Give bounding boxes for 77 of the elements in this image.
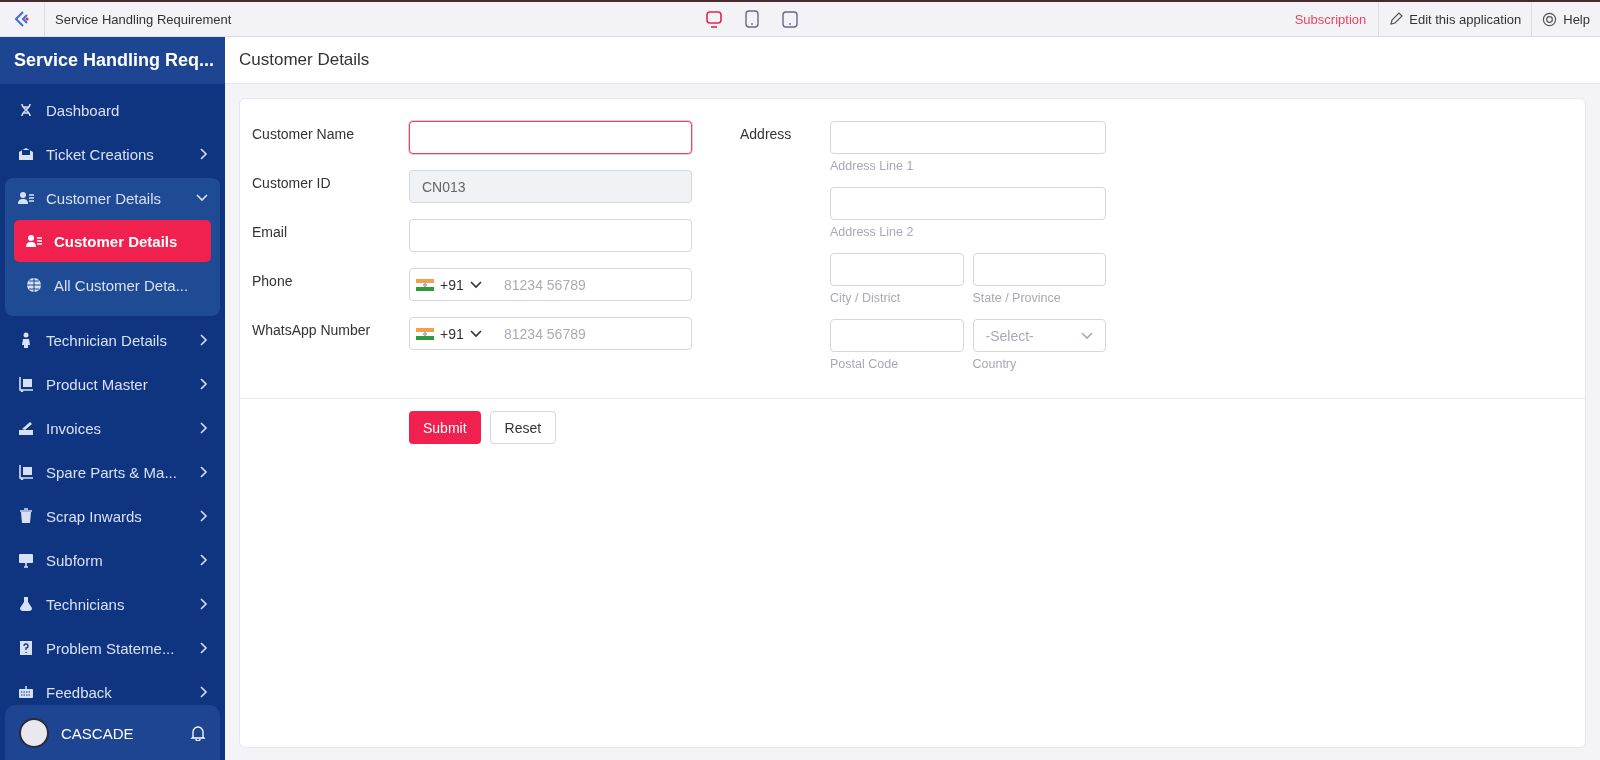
sidebar-item[interactable]: Ticket Creations	[5, 132, 220, 176]
tablet-icon[interactable]	[743, 9, 761, 29]
submit-button[interactable]: Submit	[409, 411, 481, 444]
sidebar-item[interactable]: Feedback	[5, 670, 220, 705]
phone-field[interactable]: +91 81234 56789	[409, 317, 692, 350]
cart-icon	[18, 464, 34, 480]
sidebar-item[interactable]: Technicians	[5, 582, 220, 626]
sidebar-item[interactable]: Product Master	[5, 362, 220, 406]
chevron-right-icon	[200, 334, 208, 346]
country-code-dropdown[interactable]: +91	[416, 276, 502, 293]
text-field[interactable]	[409, 121, 692, 154]
field-label: Phone	[252, 272, 294, 291]
flask-icon	[18, 596, 34, 612]
sidebar-item[interactable]: Customer Details	[5, 178, 220, 218]
chevron-right-icon	[200, 554, 208, 566]
dna-icon	[18, 102, 34, 118]
sidebar-subitem[interactable]: Customer Details	[14, 220, 211, 262]
help-icon	[1542, 11, 1558, 27]
chevron-down-icon	[469, 329, 482, 338]
field-caption: Postal Code	[830, 356, 900, 373]
app-title: Service Handling Requirement	[54, 11, 233, 27]
sidebar-item[interactable]: Problem Stateme...	[5, 626, 220, 670]
chevron-right-icon	[200, 378, 208, 390]
contact-icon	[26, 233, 42, 249]
sidebar-subitem[interactable]: All Customer Deta...	[14, 264, 211, 306]
reset-button[interactable]: Reset	[489, 411, 557, 444]
sidebar-item[interactable]: Technician Details	[5, 318, 220, 362]
subscription-link[interactable]: Subscription	[1282, 11, 1379, 27]
sidebar-item[interactable]: Scrap Inwards	[5, 494, 220, 538]
chevron-right-icon	[200, 466, 208, 478]
question-icon	[18, 640, 34, 656]
sign-icon	[18, 420, 34, 436]
avatar-icon[interactable]	[19, 718, 49, 748]
field-caption: State / Province	[972, 290, 1062, 307]
chevron-right-icon	[200, 598, 208, 610]
country-code-dropdown[interactable]: +91	[416, 325, 502, 342]
globe-icon	[26, 277, 42, 293]
sidebar-item[interactable]: Spare Parts & Ma...	[5, 450, 220, 494]
field-label: Customer Name	[252, 125, 355, 144]
user-name: CASCADE	[61, 724, 135, 742]
chevron-right-icon	[200, 642, 208, 654]
sidebar-item[interactable]: Invoices	[5, 406, 220, 450]
cart-icon	[18, 376, 34, 392]
field-caption: Address Line 1	[830, 158, 915, 175]
field-label: Customer ID	[252, 174, 332, 193]
desktop-icon[interactable]	[705, 9, 723, 29]
field-caption: Country	[972, 356, 1018, 373]
chevron-right-icon	[200, 148, 208, 160]
phone-field[interactable]: +91 81234 56789	[409, 268, 692, 301]
field-caption: Address Line 2	[830, 224, 915, 241]
field-label: WhatsApp Number	[252, 321, 372, 340]
chevron-right-icon	[200, 510, 208, 522]
sidebar-title: Service Handling Req...	[0, 37, 225, 84]
chevron-down-icon	[1081, 331, 1093, 340]
edit-application-link[interactable]: Edit this application	[1378, 2, 1532, 36]
monitor-icon	[18, 552, 34, 568]
sidebar-item[interactable]: Subform	[5, 538, 220, 582]
chevron-right-icon	[200, 686, 208, 698]
field-label: Address	[740, 125, 793, 144]
field-label: Email	[252, 223, 288, 242]
india-flag-icon	[416, 278, 434, 291]
keyboard-icon	[18, 684, 34, 700]
phone-icon[interactable]	[781, 9, 799, 29]
pencil-icon	[1389, 12, 1404, 26]
ticket-icon	[18, 146, 34, 162]
field-caption: City / District	[830, 290, 902, 307]
india-flag-icon	[416, 327, 434, 340]
page-title: Customer Details	[239, 50, 370, 70]
bell-icon[interactable]	[190, 725, 206, 741]
chevron-down-icon	[196, 194, 208, 202]
app-logo-icon[interactable]	[13, 10, 31, 28]
chevron-right-icon	[200, 422, 208, 434]
contact-icon	[18, 190, 34, 206]
sidebar-item[interactable]: Dashboard	[5, 88, 220, 132]
help-link[interactable]: Help	[1531, 2, 1600, 36]
bin-icon	[18, 508, 34, 524]
chevron-down-icon	[469, 280, 482, 289]
